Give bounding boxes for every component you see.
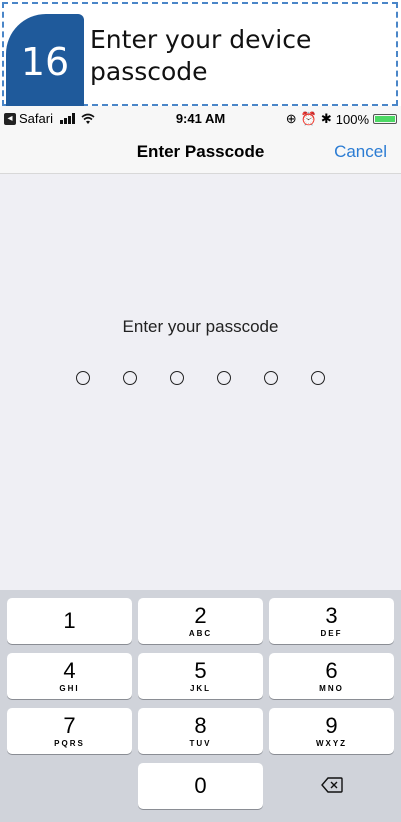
key-letters: GHI bbox=[59, 684, 80, 693]
passcode-content: Enter your passcode bbox=[0, 174, 401, 590]
key-digit: 5 bbox=[194, 658, 207, 683]
key-5[interactable]: 5 JKL bbox=[138, 653, 263, 699]
key-3[interactable]: 3 DEF bbox=[269, 598, 394, 644]
key-4[interactable]: 4 GHI bbox=[7, 653, 132, 699]
key-letters: MNO bbox=[319, 684, 344, 693]
key-letters: PQRS bbox=[54, 739, 85, 748]
key-letters: ABC bbox=[188, 629, 213, 638]
passcode-dot bbox=[170, 371, 184, 385]
key-digit: 8 bbox=[194, 713, 207, 738]
key-digit: 2 bbox=[194, 603, 207, 628]
passcode-dot bbox=[76, 371, 90, 385]
delete-button[interactable] bbox=[269, 763, 394, 809]
key-digit: 6 bbox=[325, 658, 338, 683]
status-bar: ◂ Safari 9:41 AM ⊕ ⏰ ✱ 100% bbox=[0, 106, 401, 132]
step-number-badge: 16 bbox=[6, 14, 84, 110]
key-digit: 3 bbox=[325, 603, 338, 628]
status-right: ⊕ ⏰ ✱ 100% bbox=[286, 111, 397, 127]
key-letters: JKL bbox=[189, 684, 212, 693]
backspace-icon bbox=[320, 777, 343, 793]
key-digit: 9 bbox=[325, 713, 338, 738]
passcode-dot bbox=[217, 371, 231, 385]
key-2[interactable]: 2 ABC bbox=[138, 598, 263, 644]
key-digit: 7 bbox=[63, 713, 76, 738]
bluetooth-icon: ✱ bbox=[320, 111, 332, 126]
cancel-button[interactable]: Cancel bbox=[334, 142, 387, 162]
alarm-icon: ⏰ bbox=[300, 111, 317, 126]
key-0[interactable]: 0 bbox=[138, 763, 263, 809]
key-letters: TUV bbox=[189, 739, 212, 748]
passcode-dot bbox=[264, 371, 278, 385]
key-9[interactable]: 9 WXYZ bbox=[269, 708, 394, 754]
key-digit: 0 bbox=[194, 773, 207, 798]
key-letters: DEF bbox=[320, 629, 343, 638]
passcode-dot bbox=[311, 371, 325, 385]
key-1[interactable]: 1 bbox=[7, 598, 132, 644]
battery-percentage: 100% bbox=[335, 111, 369, 127]
navigation-bar: Enter Passcode Cancel bbox=[0, 132, 401, 174]
key-letters: WXYZ bbox=[315, 739, 348, 748]
passcode-prompt: Enter your passcode bbox=[122, 317, 279, 336]
key-digit: 1 bbox=[63, 608, 76, 633]
numeric-keypad: 1 2 ABC 3 DEF 4 GHI 5 JKL 6 MNO 7 PQRS 8 TUV 9 WXYZ 0 bbox=[0, 590, 401, 822]
step-instruction: Enter your device passcode bbox=[90, 25, 312, 86]
battery-icon bbox=[373, 114, 397, 124]
key-6[interactable]: 6 MNO bbox=[269, 653, 394, 699]
passcode-dots bbox=[0, 371, 401, 385]
passcode-dot bbox=[123, 371, 137, 385]
key-8[interactable]: 8 TUV bbox=[138, 708, 263, 754]
key-digit: 4 bbox=[63, 658, 76, 683]
orientation-lock-icon: ⊕ bbox=[285, 111, 297, 126]
step-callout: 16 Enter your device passcode bbox=[2, 2, 398, 110]
key-7[interactable]: 7 PQRS bbox=[7, 708, 132, 754]
